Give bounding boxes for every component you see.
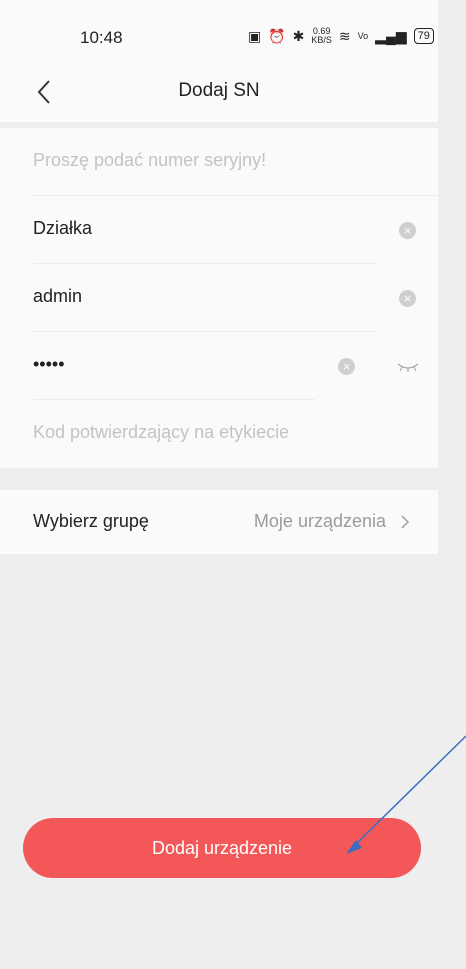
bluetooth-icon: ✱: [292, 27, 305, 44]
password-value: •••••: [33, 354, 65, 374]
username-field[interactable]: admin: [33, 264, 376, 332]
device-name-field[interactable]: Działka: [33, 196, 376, 264]
verification-code-field[interactable]: Kod potwierdzający na etykiecie: [33, 400, 438, 468]
device-form: Proszę podać numer seryjny! Działka × ad…: [0, 128, 438, 468]
network-speed: 0.69 KB/S: [311, 27, 332, 45]
wifi-icon: ≋: [338, 27, 351, 44]
verification-code-placeholder: Kod potwierdzający na etykiecie: [33, 422, 290, 442]
group-selector[interactable]: Wybierz grupę Moje urządzenia: [0, 490, 438, 554]
password-field[interactable]: •••••: [33, 332, 315, 400]
screen: 10:48 ▣ ⏰ ✱ 0.69 KB/S ≋ Vo ▂▄▆ 79 Dodaj …: [0, 0, 438, 969]
device-name-value: Działka: [33, 218, 93, 238]
eye-closed-icon[interactable]: [396, 360, 420, 374]
alarm-icon: ⏰: [268, 27, 286, 44]
signal-icon: ▂▄▆: [375, 27, 407, 44]
group-label: Wybierz grupę: [33, 511, 149, 531]
nfc-icon: ▣: [248, 27, 262, 44]
page-title: Dodaj SN: [178, 80, 260, 101]
clear-icon[interactable]: ×: [399, 222, 416, 239]
network-speed-unit: KB/S: [311, 35, 332, 45]
status-bar: 10:48 ▣ ⏰ ✱ 0.69 KB/S ≋ Vo ▂▄▆ 79: [0, 0, 438, 70]
status-time: 10:48: [80, 28, 123, 47]
serial-number-field[interactable]: Proszę podać numer seryjny!: [33, 128, 438, 196]
serial-number-placeholder: Proszę podać numer seryjny!: [33, 150, 267, 170]
header: Dodaj SN: [0, 62, 438, 122]
username-value: admin: [33, 286, 83, 306]
volte-icon: Vo: [357, 31, 369, 41]
add-device-button[interactable]: Dodaj urządzenie: [23, 818, 421, 878]
chevron-right-icon: [401, 515, 410, 529]
clear-icon[interactable]: ×: [338, 358, 355, 375]
status-icons: ▣ ⏰ ✱ 0.69 KB/S ≋ Vo ▂▄▆ 79: [248, 27, 434, 45]
group-value: Moje urządzenia: [253, 511, 386, 531]
battery-icon: 79: [413, 28, 434, 44]
clear-icon[interactable]: ×: [399, 290, 416, 307]
